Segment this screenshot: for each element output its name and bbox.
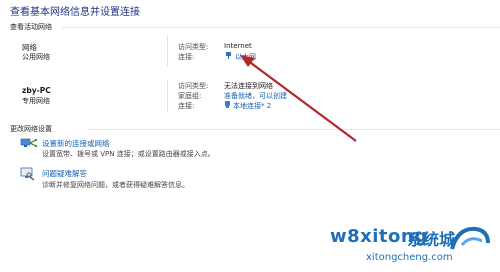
ethernet-icon bbox=[226, 52, 231, 59]
setup-connection-description: 设置宽带、拨号或 VPN 连接；或设置路由器或接入点。 bbox=[42, 150, 215, 158]
network-category[interactable]: 专用网络 bbox=[22, 96, 50, 106]
troubleshoot-link[interactable]: 问题疑难解答 bbox=[42, 168, 87, 179]
setup-connection-link[interactable]: 设置新的连接或网络 bbox=[42, 138, 110, 149]
ethernet-connection-link[interactable]: 以太网 bbox=[235, 52, 256, 62]
local-connection-link[interactable]: 本地连接* 2 bbox=[233, 101, 271, 111]
watermark-brand-cn: 系统城 bbox=[407, 230, 456, 249]
network-category[interactable]: 公用网络 bbox=[22, 52, 50, 62]
change-settings-label: 更改网络设置 bbox=[10, 125, 52, 133]
active-networks-label: 查看活动网络 bbox=[10, 23, 52, 31]
access-type-label: 访问类型: bbox=[178, 82, 209, 90]
access-type-value: 无法连接到网络 bbox=[224, 82, 273, 90]
column-divider bbox=[167, 36, 168, 66]
connection-label: 连接: bbox=[178, 102, 195, 110]
page-title: 查看基本网络信息并设置连接 bbox=[10, 7, 140, 18]
network-adapter-icon bbox=[225, 101, 230, 108]
homegroup-label: 家庭组: bbox=[178, 92, 202, 100]
network-setup-icon bbox=[20, 138, 38, 148]
access-type-label: 访问类型: bbox=[178, 43, 209, 51]
network-name: zby-PC bbox=[22, 86, 51, 95]
access-type-value: Internet bbox=[224, 42, 252, 50]
watermark-domain: xitongcheng.com bbox=[366, 252, 453, 263]
active-networks-divider bbox=[62, 27, 500, 28]
change-settings-divider bbox=[88, 129, 500, 130]
homegroup-link[interactable]: 准备就绪，可以创建 bbox=[224, 91, 287, 101]
connection-label: 连接: bbox=[178, 53, 195, 61]
troubleshoot-description: 诊断并修复网络问题，或者获得疑难解答信息。 bbox=[42, 181, 189, 189]
column-divider bbox=[167, 80, 168, 112]
troubleshoot-icon bbox=[20, 167, 35, 181]
